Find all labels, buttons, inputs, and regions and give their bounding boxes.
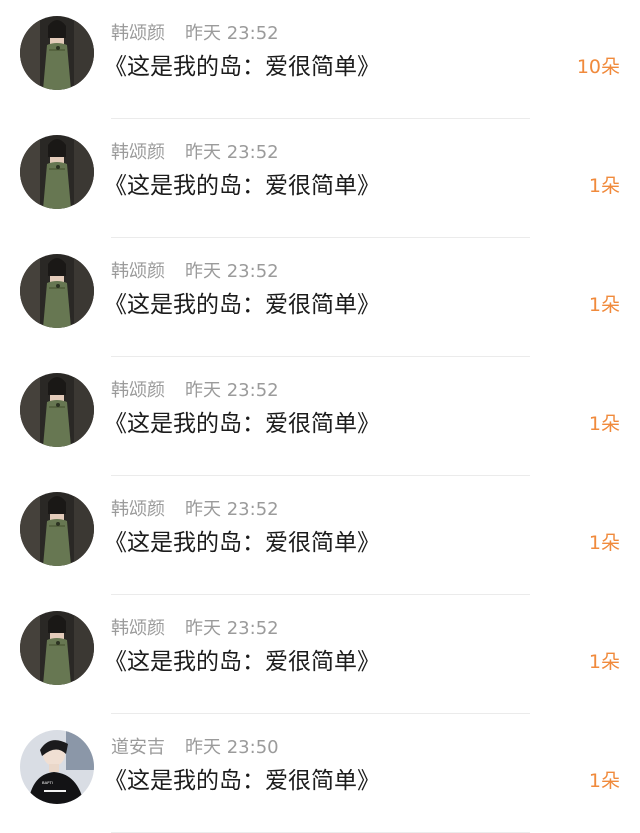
avatar[interactable] (20, 492, 94, 566)
list-item[interactable]: 韩颂颜 昨天 23:52 《这是我的岛：爱很简单》 1朵 (0, 238, 640, 357)
avatar-photo-green-dress (20, 611, 94, 685)
sent-date: 昨天 (185, 142, 221, 163)
sent-time: 23:52 (226, 499, 279, 520)
avatar[interactable]: ᴮᴬᴾᵀᴵ (20, 730, 94, 804)
sender-name: 道安吉 (111, 737, 165, 758)
list-item[interactable]: 韩颂颜 昨天 23:52 《这是我的岛：爱很简单》 1朵 (0, 357, 640, 476)
sent-time: 23:50 (226, 737, 279, 758)
flower-count: 1朵 (588, 651, 620, 673)
list-item[interactable]: 韩颂颜 昨天 23:52 《这是我的岛：爱很简单》 1朵 (0, 119, 640, 238)
avatar[interactable] (20, 373, 94, 447)
message-text: 《这是我的岛：爱很简单》 (104, 292, 380, 318)
sender-name: 韩颂颜 (111, 23, 165, 44)
sender-meta: 韩颂颜 昨天 23:52 (111, 379, 279, 403)
sent-time: 23:52 (226, 380, 279, 401)
sent-time: 23:52 (226, 261, 279, 282)
avatar-photo-green-dress (20, 16, 94, 90)
avatar-photo-green-dress (20, 373, 94, 447)
flower-count: 1朵 (588, 175, 620, 197)
sent-date: 昨天 (185, 380, 221, 401)
sender-meta: 韩颂颜 昨天 23:52 (111, 617, 279, 641)
sender-meta: 韩颂颜 昨天 23:52 (111, 141, 279, 165)
sender-name: 韩颂颜 (111, 380, 165, 401)
sender-meta: 韩颂颜 昨天 23:52 (111, 260, 279, 284)
sender-name: 韩颂颜 (111, 618, 165, 639)
avatar-photo-green-dress (20, 492, 94, 566)
list-item[interactable]: 韩颂颜 昨天 23:52 《这是我的岛：爱很简单》 10朵 (0, 0, 640, 119)
message-text: 《这是我的岛：爱很简单》 (104, 54, 380, 80)
avatar-photo-green-dress (20, 135, 94, 209)
avatar-photo-green-dress (20, 254, 94, 328)
avatar[interactable] (20, 135, 94, 209)
avatar[interactable] (20, 611, 94, 685)
svg-text:ᴮᴬᴾᵀᴵ: ᴮᴬᴾᵀᴵ (42, 781, 53, 788)
list-item[interactable]: ᴮᴬᴾᵀᴵ 道安吉 昨天 23:50 《这是我的岛：爱很简单》 1朵 (0, 714, 640, 833)
sent-date: 昨天 (185, 261, 221, 282)
avatar-photo-black-shirt: ᴮᴬᴾᵀᴵ (20, 730, 94, 804)
flower-count: 1朵 (588, 294, 620, 316)
list-item[interactable]: 韩颂颜 昨天 23:52 《这是我的岛：爱很简单》 1朵 (0, 476, 640, 595)
sender-name: 韩颂颜 (111, 261, 165, 282)
flower-count: 1朵 (588, 413, 620, 435)
sent-time: 23:52 (226, 618, 279, 639)
sender-name: 韩颂颜 (111, 499, 165, 520)
sender-name: 韩颂颜 (111, 142, 165, 163)
message-text: 《这是我的岛：爱很简单》 (104, 530, 380, 556)
message-text: 《这是我的岛：爱很简单》 (104, 411, 380, 437)
sent-time: 23:52 (226, 23, 279, 44)
message-text: 《这是我的岛：爱很简单》 (104, 173, 380, 199)
message-text: 《这是我的岛：爱很简单》 (104, 768, 380, 794)
gift-record-list: 韩颂颜 昨天 23:52 《这是我的岛：爱很简单》 10朵 韩颂颜 昨天 23:52… (0, 0, 640, 833)
sent-date: 昨天 (185, 618, 221, 639)
sender-meta: 韩颂颜 昨天 23:52 (111, 22, 279, 46)
flower-count: 1朵 (588, 532, 620, 554)
avatar[interactable] (20, 16, 94, 90)
flower-count: 10朵 (576, 56, 620, 78)
list-item[interactable]: 韩颂颜 昨天 23:52 《这是我的岛：爱很简单》 1朵 (0, 595, 640, 714)
sent-date: 昨天 (185, 737, 221, 758)
sender-meta: 韩颂颜 昨天 23:52 (111, 498, 279, 522)
message-text: 《这是我的岛：爱很简单》 (104, 649, 380, 675)
sent-date: 昨天 (185, 23, 221, 44)
sender-meta: 道安吉 昨天 23:50 (111, 736, 279, 760)
flower-count: 1朵 (588, 770, 620, 792)
avatar[interactable] (20, 254, 94, 328)
sent-date: 昨天 (185, 499, 221, 520)
sent-time: 23:52 (226, 142, 279, 163)
